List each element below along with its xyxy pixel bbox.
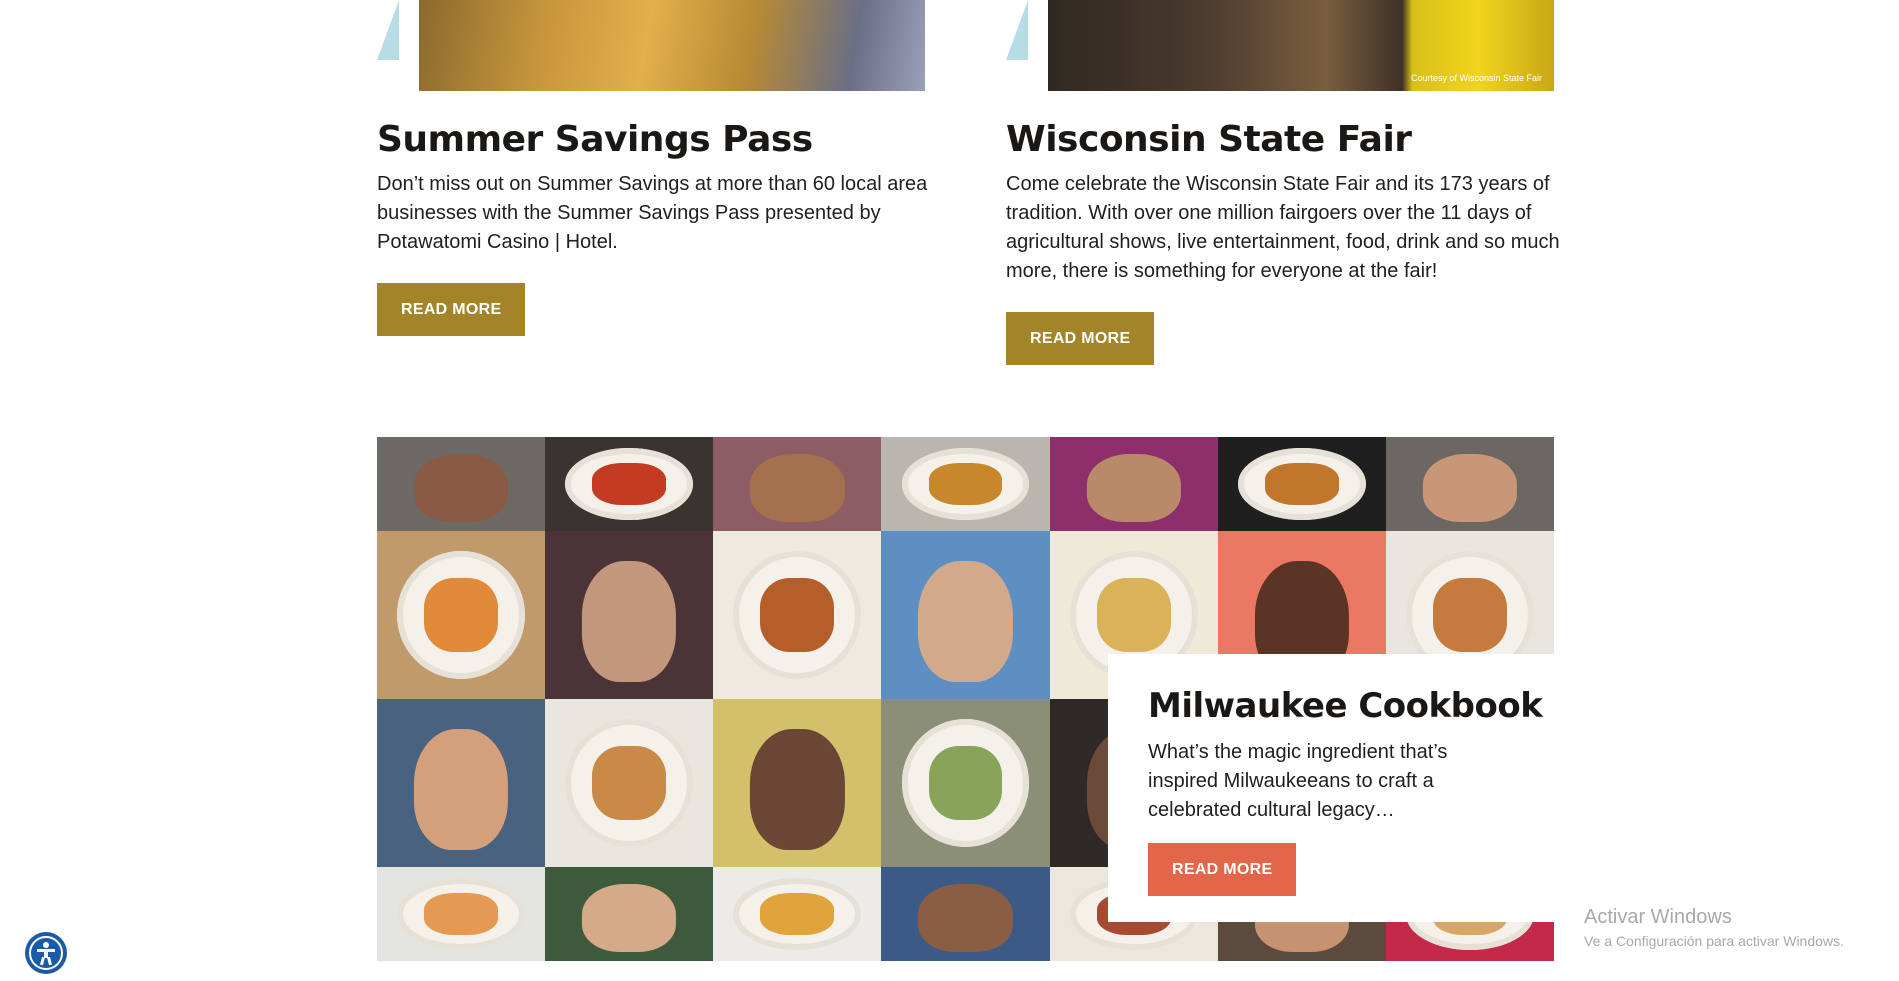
state-fair-description: Come celebrate the Wisconsin State Fair … — [1006, 173, 1560, 282]
photo-credit: Courtesy of Wisconsin State Fair — [1410, 73, 1542, 83]
mosaic-food-tile — [881, 699, 1050, 867]
mosaic-portrait-tile — [713, 437, 882, 531]
cookbook-feature-box: Milwaukee Cookbook What’s the magic ingr… — [1108, 654, 1556, 922]
watermark-line-1: Activar Windows — [1584, 906, 1732, 928]
summer-savings-description: Don’t miss out on Summer Savings at more… — [377, 173, 928, 253]
state-fair-title[interactable]: Wisconsin State Fair — [1006, 119, 1566, 160]
mosaic-portrait-tile — [1049, 437, 1218, 531]
mosaic-portrait-tile — [377, 437, 546, 531]
mosaic-food-tile — [1217, 437, 1386, 531]
mosaic-food-tile — [377, 867, 546, 961]
cookbook-read-more-button[interactable]: READ MORE — [1148, 843, 1297, 896]
state-fair-read-more-button[interactable]: READ MORE — [1006, 312, 1155, 365]
decorative-triangle — [1006, 0, 1028, 60]
food-item — [928, 463, 1003, 505]
portrait-face — [413, 453, 509, 522]
food-item — [928, 746, 1003, 820]
summer-savings-read-more-button[interactable]: READ MORE — [377, 283, 526, 336]
windows-activation-watermark: Activar Windows Ve a Configuración para … — [1584, 906, 1844, 949]
food-item — [760, 893, 835, 935]
portrait-face — [582, 561, 677, 683]
mosaic-portrait-tile — [545, 867, 714, 961]
summer-savings-title[interactable]: Summer Savings Pass — [377, 119, 937, 160]
mosaic-food-tile — [377, 531, 546, 699]
mosaic-portrait-tile — [545, 531, 714, 699]
summer-savings-card: Summer Savings Pass Don’t miss out on Su… — [377, 0, 937, 336]
cookbook-title[interactable]: Milwaukee Cookbook — [1148, 686, 1543, 726]
food-item — [592, 463, 667, 505]
portrait-face — [750, 453, 845, 522]
mosaic-portrait-tile — [881, 531, 1050, 699]
portrait-face — [1086, 453, 1181, 522]
food-item — [424, 578, 499, 652]
accessibility-icon[interactable] — [25, 932, 67, 974]
mosaic-food-tile — [713, 867, 882, 961]
state-fair-photo[interactable]: Courtesy of Wisconsin State Fair — [1048, 0, 1554, 91]
portrait-face — [582, 883, 677, 952]
mosaic-portrait-tile — [713, 699, 882, 867]
state-fair-card: Courtesy of Wisconsin State Fair Wiscons… — [1006, 0, 1566, 365]
mosaic-portrait-tile — [1385, 437, 1554, 531]
state-fair-image-wrap: Courtesy of Wisconsin State Fair — [1006, 0, 1566, 91]
portrait-face — [750, 729, 845, 851]
mosaic-food-tile — [881, 437, 1050, 531]
food-item — [424, 893, 499, 935]
mosaic-food-tile — [545, 699, 714, 867]
cookbook-description: What’s the magic ingredient that’s inspi… — [1148, 741, 1448, 821]
mosaic-food-tile — [545, 437, 714, 531]
portrait-face — [413, 729, 509, 851]
food-item — [760, 578, 835, 652]
food-item — [1264, 463, 1339, 505]
decorative-triangle — [377, 0, 399, 60]
mosaic-portrait-tile — [377, 699, 546, 867]
summer-savings-image-wrap — [377, 0, 937, 91]
watermark-line-2: Ve a Configuración para activar Windows. — [1584, 933, 1844, 949]
summer-savings-photo[interactable] — [419, 0, 925, 91]
food-item — [1432, 578, 1507, 652]
mosaic-portrait-tile — [881, 867, 1050, 961]
mosaic-food-tile — [713, 531, 882, 699]
accessibility-figure — [37, 942, 55, 966]
portrait-face — [918, 883, 1013, 952]
portrait-face — [918, 561, 1013, 683]
portrait-face — [1422, 453, 1517, 522]
food-item — [1096, 578, 1171, 652]
food-item — [592, 746, 667, 820]
